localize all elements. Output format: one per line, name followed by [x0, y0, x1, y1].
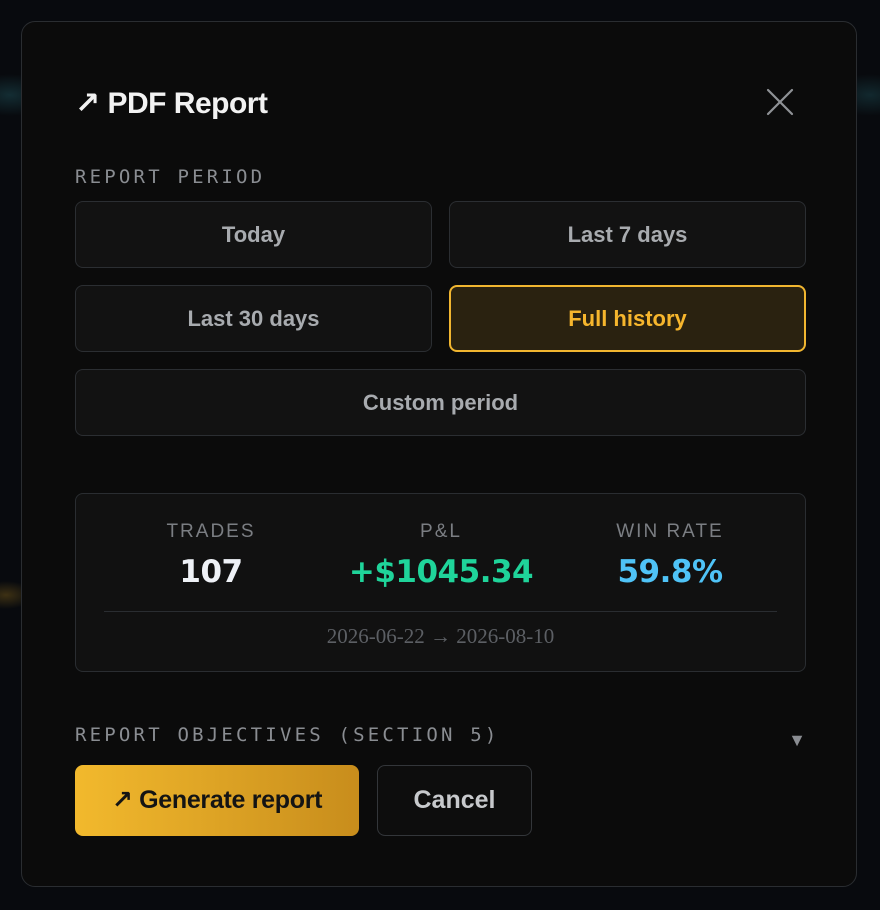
chevron-down-icon: ▼	[788, 730, 806, 750]
close-icon	[766, 88, 794, 116]
pdf-report-modal: ↗ PDF Report REPORT PERIOD Today Last 7 …	[21, 21, 857, 887]
report-period-label: REPORT PERIOD	[75, 166, 266, 188]
pnl-value: +$1045.34	[348, 554, 534, 590]
generate-report-button[interactable]: ↗ Generate report	[75, 765, 359, 836]
modal-title: ↗ PDF Report	[75, 87, 268, 120]
period-last-30-days-button[interactable]: Last 30 days	[75, 285, 432, 352]
pnl-stat: P&L +$1045.34	[341, 520, 541, 592]
trades-label: TRADES	[166, 521, 256, 542]
report-objectives-label: REPORT OBJECTIVES (SECTION 5)	[75, 724, 500, 746]
winrate-label: WIN RATE	[616, 521, 724, 542]
period-custom-button[interactable]: Custom period	[75, 369, 806, 436]
report-summary-card: TRADES 107 P&L +$1045.34 WIN RATE 59.8% …	[75, 493, 806, 672]
winrate-stat: WIN RATE 59.8%	[570, 520, 770, 592]
report-objectives-toggle[interactable]: REPORT OBJECTIVES (SECTION 5) ▼	[75, 724, 806, 754]
cancel-button[interactable]: Cancel	[377, 765, 532, 836]
period-last-7-days-button[interactable]: Last 7 days	[449, 201, 806, 268]
winrate-value: 59.8%	[617, 554, 723, 590]
date-range: 2026-06-22 → 2026-08-10	[326, 624, 555, 648]
trades-stat: TRADES 107	[111, 520, 311, 592]
summary-divider	[104, 611, 777, 612]
pnl-label: P&L	[420, 521, 462, 542]
trades-value: 107	[179, 554, 243, 590]
period-full-history-button[interactable]: Full history	[449, 285, 806, 352]
period-today-button[interactable]: Today	[75, 201, 432, 268]
close-button[interactable]	[762, 84, 798, 120]
